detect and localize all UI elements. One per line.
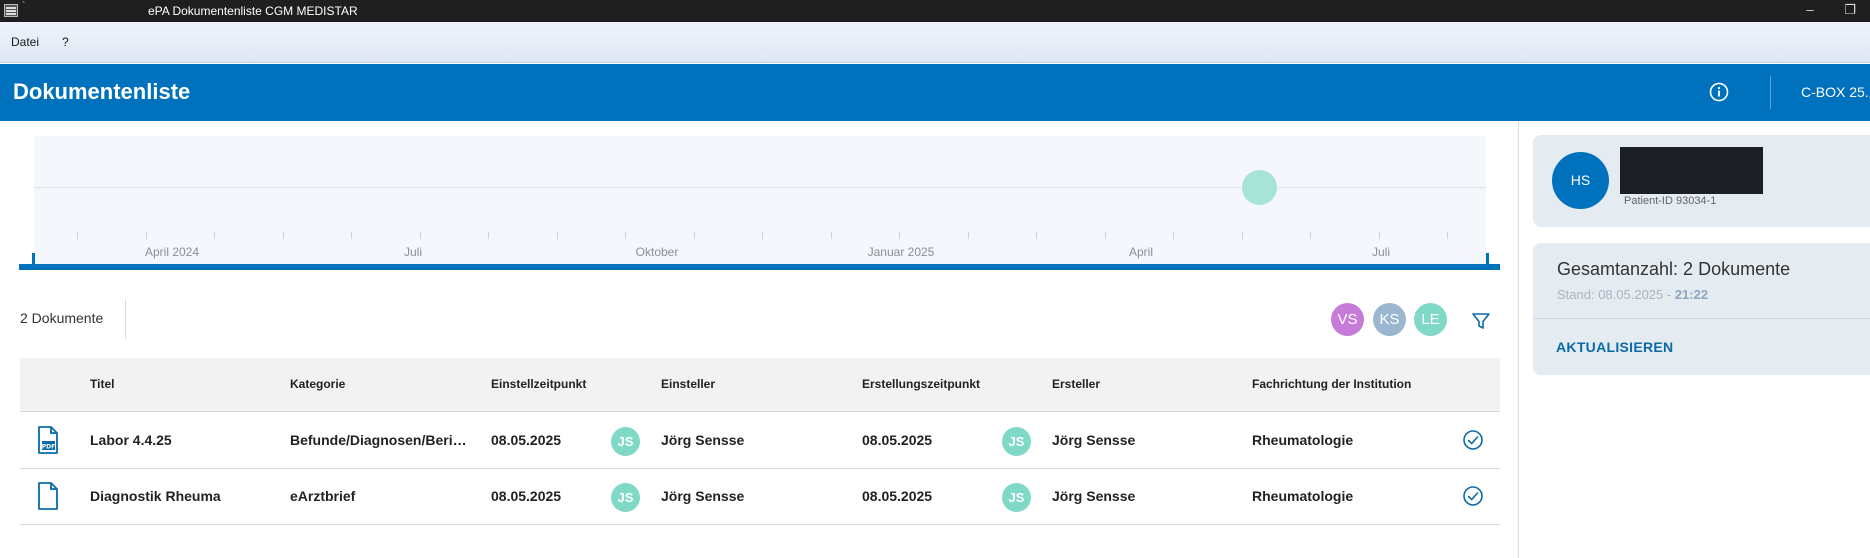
summary-card: Gesamtanzahl: 2 Dokumente Stand: 08.05.2… (1533, 243, 1870, 375)
timeline-tick (967, 232, 969, 239)
timeline-tick (419, 232, 421, 239)
timeline-tick (1241, 232, 1243, 239)
uploader-avatar: JS (611, 483, 640, 512)
timeline-document-marker[interactable] (1242, 170, 1277, 205)
minimize-button[interactable]: – (1800, 1, 1820, 21)
column-header-einsteller[interactable]: Einsteller (661, 377, 715, 391)
timeline-range-handle-right[interactable] (1486, 253, 1489, 270)
restore-button[interactable]: ❐ (1840, 1, 1860, 21)
timeline-tick (282, 232, 284, 239)
page-title: Dokumentenliste (13, 79, 191, 104)
timeline-tick (899, 232, 900, 239)
timeline-range-handle-left[interactable] (32, 253, 35, 270)
column-header-fachrichtung[interactable]: Fachrichtung der Institution (1252, 377, 1411, 391)
cell-created-at: 08.05.2025 (862, 432, 933, 448)
timeline-tick (762, 232, 763, 239)
timeline-tick (625, 232, 626, 239)
app-menu-icon[interactable] (4, 4, 18, 17)
info-circle-icon[interactable] (1709, 82, 1729, 102)
document-count: 2 Dokumente (20, 310, 104, 326)
timeline-tick (1104, 232, 1106, 239)
timeline-tick (1173, 232, 1174, 239)
cell-category: eArztbrief (290, 488, 356, 504)
toolbar-divider (125, 299, 126, 339)
timeline-tick (1036, 232, 1037, 239)
menu-bar: Datei ? (0, 22, 1870, 63)
document-file-icon (38, 482, 58, 510)
last-updated: Stand: 08.05.2025 - 21:22 (1557, 287, 1708, 302)
timeline-tick (488, 232, 489, 239)
title-mark: ` (22, 1, 26, 12)
column-header-ersteller[interactable]: Ersteller (1052, 377, 1100, 391)
timeline-label: Oktober (635, 245, 679, 259)
table-row[interactable]: Diagnostik Rheuma eArztbrief 08.05.2025 … (20, 469, 1500, 525)
refresh-button[interactable]: AKTUALISIEREN (1556, 339, 1673, 355)
timeline-tick (77, 232, 78, 239)
timeline-chart[interactable]: April 2024 Juli Oktober Januar 2025 Apri… (34, 136, 1486, 264)
pdf-file-icon: PDF (38, 426, 58, 454)
uploader-avatar: JS (611, 427, 640, 456)
column-header-titel[interactable]: Titel (90, 377, 114, 391)
header-divider (1770, 76, 1771, 109)
cell-specialty: Rheumatologie (1252, 488, 1354, 504)
cell-creator: Jörg Sensse (1052, 432, 1136, 448)
window-titlebar: ` ePA Dokumentenliste CGM MEDISTAR – ❐ (0, 0, 1870, 22)
page-header: Dokumentenliste C-BOX 25.1 (0, 64, 1870, 121)
menu-item-datei[interactable]: Datei (11, 35, 39, 49)
timeline-label: April (1128, 245, 1154, 259)
patient-name-redacted (1620, 147, 1763, 194)
timeline-tick (214, 232, 215, 239)
column-header-kategorie[interactable]: Kategorie (290, 377, 345, 391)
timeline-tick (1447, 232, 1448, 239)
column-header-einstellzeitpunkt[interactable]: Einstellzeitpunkt (491, 377, 586, 391)
timeline-tick (830, 232, 832, 239)
timeline-range-bar[interactable] (19, 264, 1500, 270)
timeline-label: Juli (1371, 245, 1391, 259)
timeline-label: April 2024 (144, 245, 200, 259)
cell-uploaded-at: 08.05.2025 (491, 488, 562, 504)
timeline-ticks (34, 232, 1486, 242)
timeline-tick (693, 232, 695, 239)
column-header-erstellungszeitpunkt[interactable]: Erstellungszeitpunkt (862, 377, 980, 391)
window-title: ePA Dokumentenliste CGM MEDISTAR (148, 4, 358, 18)
check-circle-icon[interactable] (1462, 485, 1484, 507)
cell-uploaded-at: 08.05.2025 (491, 432, 562, 448)
total-documents: Gesamtanzahl: 2 Dokumente (1557, 259, 1791, 279)
filter-chip-vs[interactable]: VS (1331, 303, 1364, 336)
patient-avatar: HS (1552, 152, 1609, 209)
timeline-label: Juli (403, 245, 423, 259)
timeline-tick (556, 232, 558, 239)
table-row[interactable]: PDF Labor 4.4.25 Befunde/Diagnosen/Beric… (20, 413, 1500, 469)
cell-title: Diagnostik Rheuma (90, 488, 221, 504)
patient-card: HS Patient-ID 93034-1 (1533, 135, 1870, 227)
creator-avatar: JS (1002, 427, 1031, 456)
version-label: C-BOX 25.1 (1801, 84, 1870, 100)
cell-uploader: Jörg Sensse (661, 488, 745, 504)
cell-created-at: 08.05.2025 (862, 488, 933, 504)
cell-title: Labor 4.4.25 (90, 432, 172, 448)
filter-chip-le[interactable]: LE (1414, 303, 1447, 336)
timeline-tick (351, 232, 352, 239)
cell-specialty: Rheumatologie (1252, 432, 1354, 448)
filter-funnel-icon[interactable] (1470, 310, 1492, 332)
check-circle-icon[interactable] (1462, 429, 1484, 451)
menu-item-help[interactable]: ? (62, 35, 69, 49)
timeline-tick (1310, 232, 1311, 239)
summary-divider (1533, 318, 1870, 319)
timeline-tick (145, 232, 147, 239)
timeline-tick (1378, 232, 1380, 239)
creator-avatar: JS (1002, 483, 1031, 512)
last-updated-time: 21:22 (1674, 287, 1709, 302)
filter-chip-ks[interactable]: KS (1373, 303, 1406, 336)
cell-creator: Jörg Sensse (1052, 488, 1136, 504)
table-header: Titel Kategorie Einstellzeitpunkt Einste… (20, 358, 1500, 412)
cell-uploader: Jörg Sensse (661, 432, 745, 448)
svg-text:PDF: PDF (42, 444, 55, 451)
last-updated-date: Stand: 08.05.2025 - (1557, 287, 1675, 302)
cell-category: Befunde/Diagnosen/Berichte (290, 432, 468, 448)
patient-id: Patient-ID 93034-1 (1624, 195, 1717, 207)
panel-divider (1518, 121, 1519, 558)
timeline-label: Januar 2025 (867, 245, 935, 259)
